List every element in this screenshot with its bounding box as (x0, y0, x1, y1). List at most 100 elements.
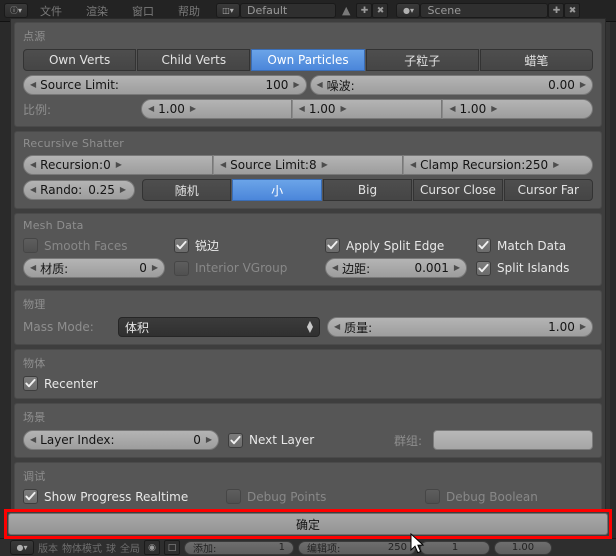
snap-icon[interactable]: ◉ (144, 540, 160, 555)
checkbox-apply-split-edge-label: Apply Split Edge (346, 239, 444, 253)
clamp-recursion-field[interactable]: ◀ Clamp Recursion: 250 ▶ (403, 155, 593, 175)
confirm-button[interactable]: 确定 (8, 513, 608, 535)
status-edit-field[interactable]: 编辑项: 250 (298, 541, 416, 555)
scene-icon[interactable]: ●▾ (396, 3, 420, 18)
tab-cursor-far[interactable]: Cursor Far (504, 179, 593, 201)
screen-layout-icon[interactable]: ◫▾ (216, 3, 240, 18)
noise-value: 0.00 (548, 78, 575, 92)
menu-render[interactable]: 渲染 (74, 3, 120, 19)
tab-child-particles[interactable]: 子粒子 (366, 49, 479, 71)
chevron-right-icon[interactable]: ▶ (553, 161, 559, 169)
checkbox-match-data[interactable]: Match Data (476, 238, 566, 253)
tab-own-verts[interactable]: Own Verts (23, 49, 136, 71)
screen-name-field[interactable]: Default (240, 3, 336, 18)
tab-small[interactable]: 小 (232, 179, 321, 201)
checkbox-debug-boolean[interactable]: Debug Boolean (425, 489, 538, 504)
checkbox-recenter[interactable]: Recenter (23, 376, 98, 391)
check-icon (230, 435, 241, 446)
chevron-right-icon[interactable]: ▶ (120, 186, 126, 194)
chevron-updown-icon: ▲▼ (307, 321, 313, 333)
recursion-field[interactable]: ◀ Recursion: 0 ▶ (23, 155, 213, 175)
panel-debug: 调试 Show Progress Realtime Debug Points D… (14, 462, 602, 512)
checkbox-next-layer[interactable]: Next Layer (228, 433, 314, 448)
triangle-up-icon[interactable]: ▲ (336, 4, 356, 17)
mass-field[interactable]: ◀ 质量: 1.00 ▶ (327, 317, 593, 337)
menu-window[interactable]: 窗口 (120, 3, 166, 19)
tab-own-particles[interactable]: Own Particles (251, 49, 364, 71)
checkbox-split-islands[interactable]: Split Islands (476, 261, 569, 276)
chevron-right-icon[interactable]: ▶ (580, 81, 586, 89)
tab-child-verts[interactable]: Child Verts (137, 49, 250, 71)
checkbox-smooth-faces[interactable]: Smooth Faces (23, 238, 171, 253)
material-field[interactable]: ◀ 材质: 0 ▶ (23, 258, 165, 278)
screen-add-icon[interactable]: ✚ (356, 3, 372, 18)
chevron-left-icon[interactable]: ◀ (30, 81, 36, 89)
layer-index-field[interactable]: ◀ Layer Index: 0 ▶ (23, 430, 219, 450)
tab-cursor-close[interactable]: Cursor Close (413, 179, 502, 201)
chevron-right-icon[interactable]: ▶ (580, 323, 586, 331)
status-extra-field-2[interactable]: 1.00 (494, 541, 552, 555)
chevron-left-icon[interactable]: ◀ (449, 105, 455, 113)
scale-y-field[interactable]: ◀ 1.00 ▶ (292, 99, 443, 119)
checkbox-debug-boolean-label: Debug Boolean (446, 490, 538, 504)
chevron-left-icon[interactable]: ◀ (410, 161, 416, 169)
chevron-right-icon[interactable]: ▶ (116, 161, 122, 169)
chevron-left-icon[interactable]: ◀ (30, 264, 36, 272)
editor-type-icon[interactable]: ●▾ (10, 540, 34, 555)
panel-physics: 物理 Mass Mode: 体积 ▲▼ ◀ 质量: 1.00 ▶ (14, 290, 602, 345)
chevron-right-icon[interactable]: ▶ (341, 105, 347, 113)
chevron-right-icon[interactable]: ▶ (491, 105, 497, 113)
status-item-3[interactable]: 全局 (120, 540, 140, 555)
chevron-left-icon[interactable]: ◀ (30, 436, 36, 444)
chevron-left-icon[interactable]: ◀ (317, 81, 323, 89)
status-add-field[interactable]: 添加: 1 (184, 541, 294, 555)
tab-random[interactable]: 随机 (142, 179, 231, 201)
chevron-left-icon[interactable]: ◀ (148, 105, 154, 113)
group-input[interactable] (433, 430, 593, 450)
chevron-right-icon[interactable]: ▶ (152, 264, 158, 272)
check-icon (327, 240, 338, 251)
screen-remove-icon[interactable]: ✖ (372, 3, 388, 18)
scene-add-icon[interactable]: ✚ (548, 3, 564, 18)
status-item-1[interactable]: 物体模式 (62, 540, 102, 555)
blender-logo-icon[interactable]: ⓘ▾ (4, 3, 28, 18)
checkbox-apply-split-edge[interactable]: Apply Split Edge (325, 238, 473, 253)
chevron-right-icon[interactable]: ▶ (454, 264, 460, 272)
margin-field[interactable]: ◀ 边距: 0.001 ▶ (325, 258, 467, 278)
rando-field[interactable]: ◀ Rando: 0.25 ▶ (23, 180, 135, 200)
tab-big[interactable]: Big (323, 179, 412, 201)
menu-help[interactable]: 帮助 (166, 3, 212, 19)
scale-y-value: 1.00 (309, 102, 336, 116)
chevron-left-icon[interactable]: ◀ (30, 186, 36, 194)
mass-mode-value: 体积 (125, 319, 149, 336)
scene-remove-icon[interactable]: ✖ (564, 3, 580, 18)
checkbox-interior-vgroup[interactable]: Interior VGroup (174, 261, 322, 276)
tab-grease-pencil[interactable]: 蜡笔 (480, 49, 593, 71)
checkbox-sharp-edges[interactable]: 锐边 (174, 237, 322, 254)
chevron-right-icon[interactable]: ▶ (293, 81, 299, 89)
checkbox-show-progress-realtime[interactable]: Show Progress Realtime (23, 489, 223, 504)
proportional-edit-icon[interactable]: □ (164, 540, 180, 555)
chevron-left-icon[interactable]: ◀ (332, 264, 338, 272)
chevron-left-icon[interactable]: ◀ (220, 161, 226, 169)
chevron-left-icon[interactable]: ◀ (299, 105, 305, 113)
status-item-2[interactable]: 球 (106, 540, 116, 555)
material-label: 材质: (40, 260, 68, 277)
chevron-left-icon[interactable]: ◀ (30, 161, 36, 169)
recursion-group: ◀ Recursion: 0 ▶ ◀ Source Limit: 8 ▶ ◀ C… (23, 155, 593, 175)
mass-mode-dropdown[interactable]: 体积 ▲▼ (118, 317, 320, 337)
chevron-right-icon[interactable]: ▶ (206, 436, 212, 444)
menu-file[interactable]: 文件 (28, 3, 74, 19)
scale-z-field[interactable]: ◀ 1.00 ▶ (442, 99, 593, 119)
scale-x-field[interactable]: ◀ 1.00 ▶ (141, 99, 292, 119)
source-limit-field[interactable]: ◀ Source Limit: 100 ▶ (23, 75, 307, 95)
chevron-right-icon[interactable]: ▶ (322, 161, 328, 169)
noise-field[interactable]: ◀ 噪波: 0.00 ▶ (310, 75, 594, 95)
checkbox-debug-points[interactable]: Debug Points (226, 489, 422, 504)
source-limit-label: Source Limit: (40, 78, 119, 92)
recursive-source-limit-field[interactable]: ◀ Source Limit: 8 ▶ (213, 155, 403, 175)
chevron-left-icon[interactable]: ◀ (334, 323, 340, 331)
status-extra-field-1[interactable]: 1 (420, 541, 490, 555)
chevron-right-icon[interactable]: ▶ (190, 105, 196, 113)
scene-name-field[interactable]: Scene (420, 3, 548, 18)
